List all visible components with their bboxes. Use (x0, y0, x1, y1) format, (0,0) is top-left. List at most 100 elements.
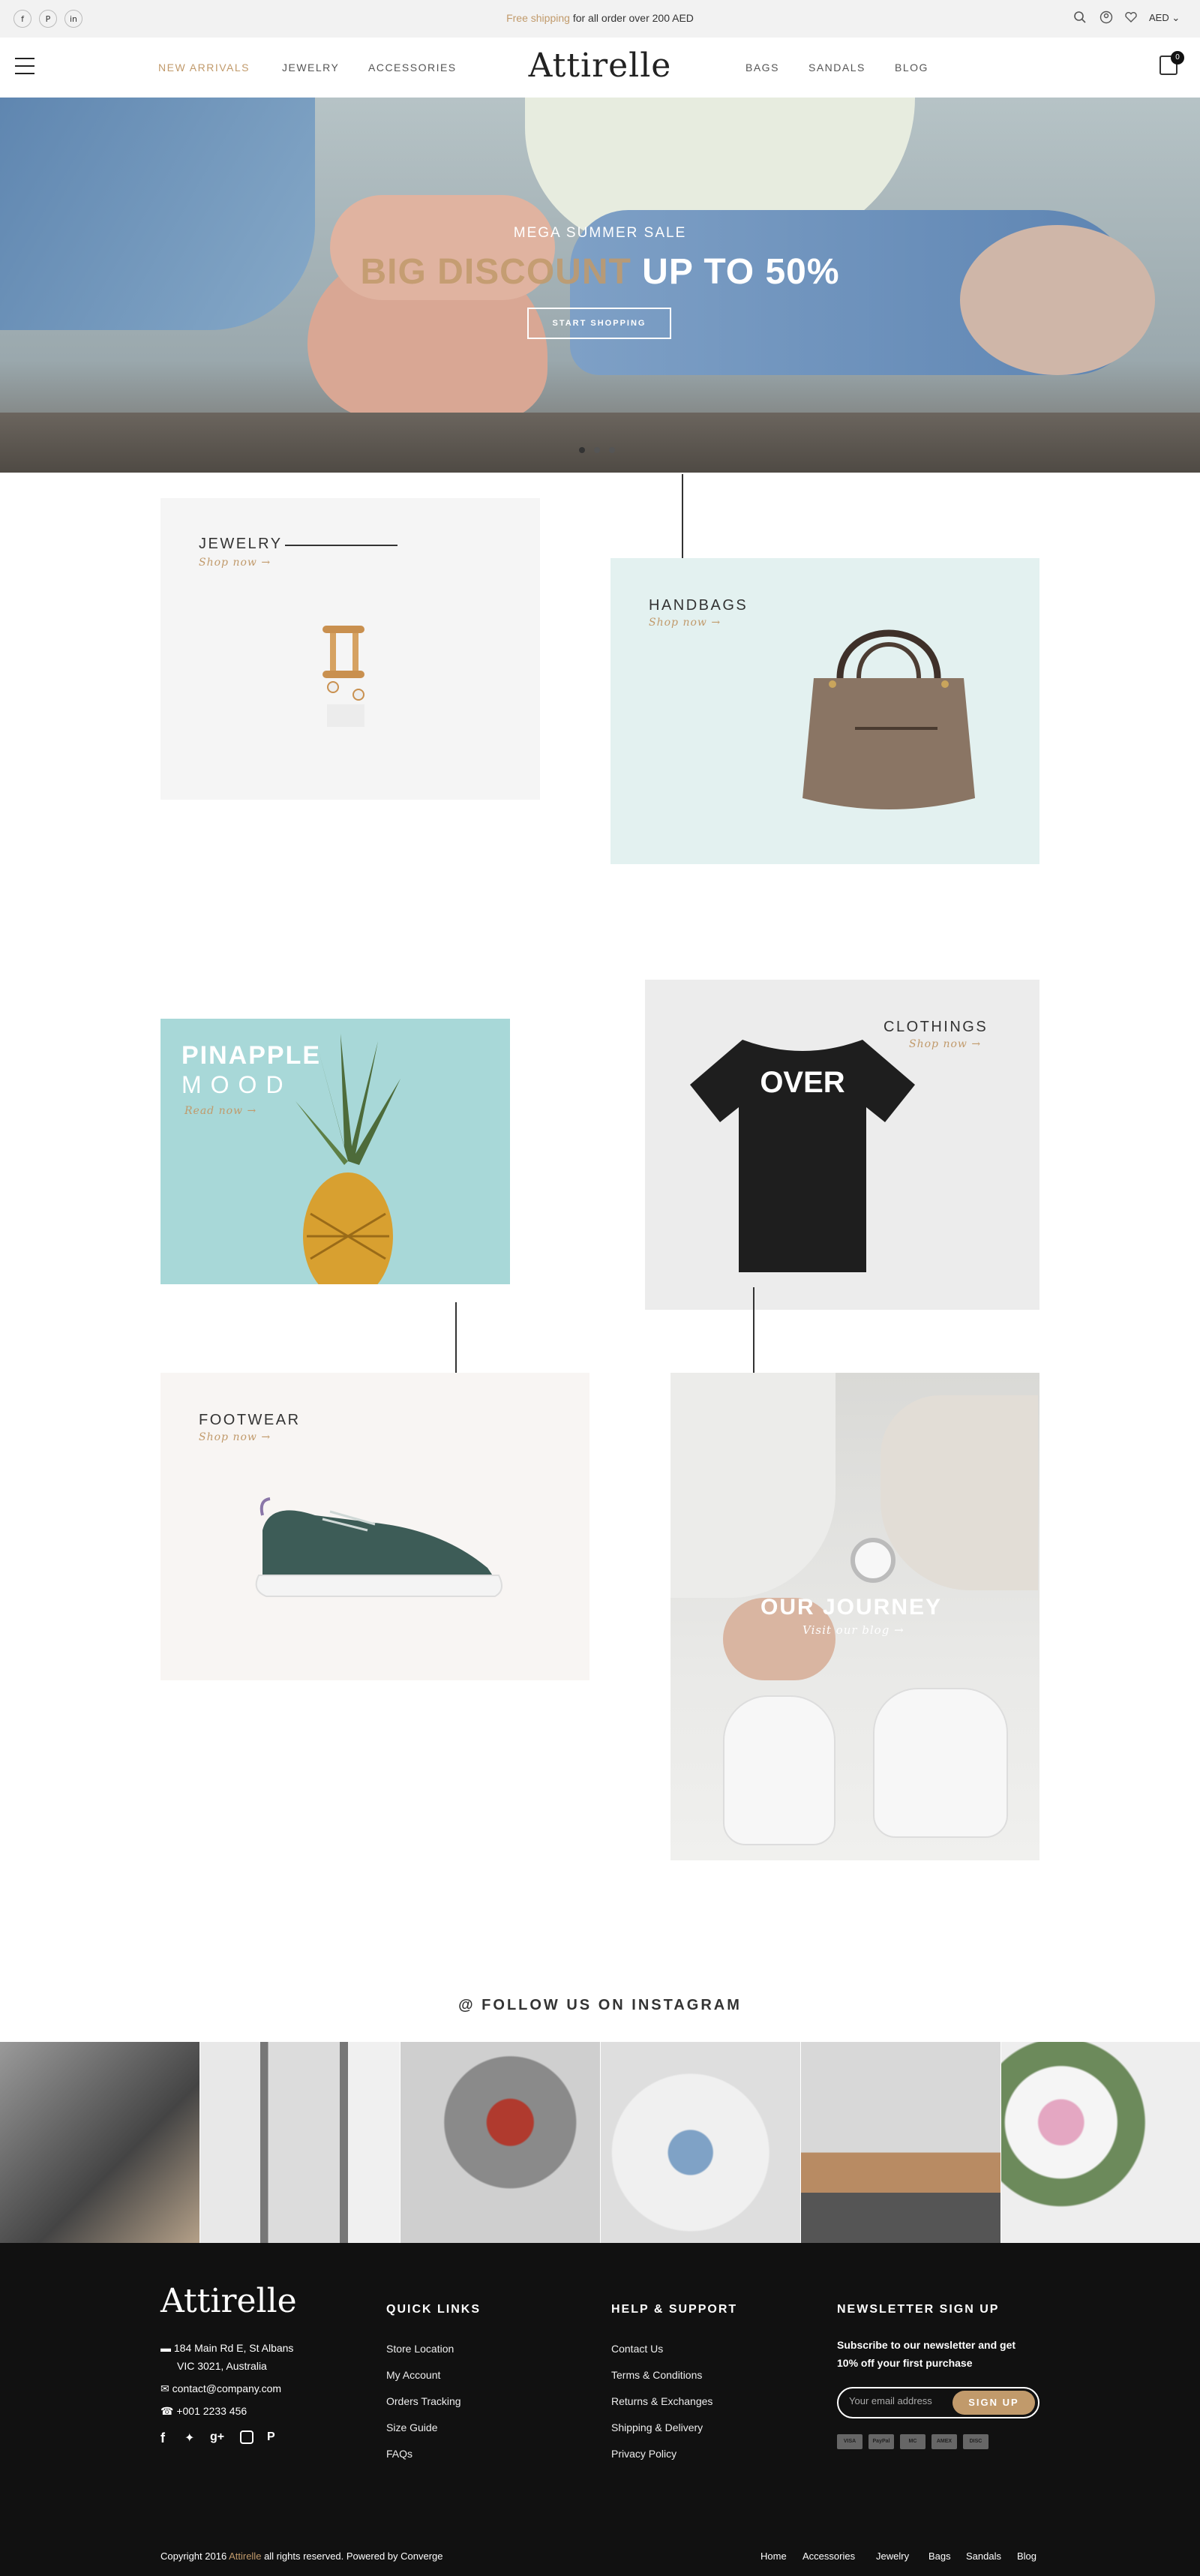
mastercard-icon: MC (900, 2434, 926, 2449)
visa-icon: VISA (837, 2434, 862, 2449)
newsletter-text-1: Subscribe to our newsletter and get (837, 2339, 1016, 2351)
footer-link-privacy[interactable]: Privacy Policy (611, 2448, 676, 2460)
promo-text: Free shipping for all order over 200 AED (0, 12, 1200, 24)
phone-line: ☎ +001 2233 456 (160, 2405, 247, 2418)
jewelry-shop-link[interactable]: Shop now → (199, 557, 271, 569)
journey-sweater-shape (880, 1395, 1038, 1590)
newsletter-placeholder: Your email address (849, 2395, 932, 2406)
map-icon: ▬ (160, 2342, 171, 2354)
footer-social-instagram-icon[interactable] (240, 2430, 254, 2444)
watch-shape (850, 1538, 896, 1583)
currency-label: AED (1149, 12, 1169, 23)
pineapple-image (296, 1034, 400, 1284)
nav-sandals[interactable]: SANDALS (808, 62, 866, 74)
heart-icon[interactable] (1124, 11, 1138, 26)
email-text: contact@company.com (172, 2382, 282, 2394)
bottom-link-blog[interactable]: Blog (1017, 2550, 1036, 2562)
footwear-card[interactable]: FOOTWEAR Shop now → (160, 1373, 590, 1680)
footer-logo[interactable]: Attirelle (160, 2282, 297, 2320)
footer-social-facebook-icon[interactable]: f (160, 2430, 165, 2446)
address-text-1: 184 Main Rd E, St Albans (173, 2342, 294, 2354)
footer-social-pinterest-icon[interactable]: P (267, 2430, 275, 2444)
footer-social-googleplus-icon[interactable]: g+ (210, 2430, 224, 2444)
hero-jeans-shape (0, 98, 315, 330)
logo[interactable]: Attirelle (525, 47, 675, 85)
jewelry-title: JEWELRY (199, 536, 283, 552)
newsletter-title: NEWSLETTER SIGN UP (837, 2303, 1000, 2316)
nav-accessories[interactable]: ACCESSORIES (368, 62, 457, 74)
pineapple-read-link[interactable]: Read now → (184, 1105, 256, 1117)
footer-link-shipping[interactable]: Shipping & Delivery (611, 2421, 703, 2433)
discover-icon: DISC (963, 2434, 988, 2449)
user-icon[interactable] (1099, 11, 1114, 26)
journey-blog-link[interactable]: Visit our blog → (802, 1623, 904, 1637)
footer-link-size-guide[interactable]: Size Guide (386, 2421, 437, 2433)
promo-rest: for all order over 200 AED (572, 12, 694, 24)
bottom-link-bags[interactable]: Bags (928, 2550, 951, 2562)
nav-blog[interactable]: BLOG (895, 62, 928, 74)
copyright-brand[interactable]: Attirelle (229, 2550, 261, 2562)
footer-link-my-account[interactable]: My Account (386, 2369, 440, 2381)
jewelry-card[interactable]: JEWELRY Shop now → (160, 498, 540, 800)
currency-selector[interactable]: AED ⌄ (1149, 12, 1180, 24)
clothings-shop-link[interactable]: Shop now → (909, 1038, 981, 1050)
bottom-link-home[interactable]: Home (760, 2550, 787, 2562)
instagram-photo[interactable] (200, 2042, 400, 2243)
bottom-link-jewelry[interactable]: Jewelry (876, 2550, 909, 2562)
slider-dot[interactable] (609, 447, 615, 453)
hero-title-accent: BIG DISCOUNT (360, 252, 632, 292)
instagram-photo[interactable] (1001, 2042, 1200, 2243)
hero-banner: MEGA SUMMER SALE BIG DISCOUNT UP TO 50% … (0, 98, 1200, 473)
pineapple-card[interactable]: PINAPPLE MOOD Read now → (160, 1019, 510, 1284)
paypal-icon: PayPal (868, 2434, 894, 2449)
journey-leg-shape (670, 1373, 836, 1598)
menu-icon[interactable] (15, 58, 34, 74)
bottom-link-accessories[interactable]: Accessories (802, 2550, 855, 2562)
decorative-line (753, 1287, 754, 1373)
phone-icon: ☎ (160, 2405, 174, 2417)
instagram-photo[interactable] (0, 2042, 200, 2243)
promo-highlight: Free shipping (506, 12, 570, 24)
sign-up-button[interactable]: SIGN UP (952, 2391, 1035, 2415)
help-title: HELP & SUPPORT (611, 2303, 738, 2316)
nav-new-arrivals[interactable]: NEW ARRIVALS (158, 62, 250, 74)
phone-text: +001 2233 456 (176, 2405, 248, 2417)
top-bar: f P in Free shipping for all order over … (0, 0, 1200, 38)
amex-icon: AMEX (932, 2434, 957, 2449)
hero-knee-shape (960, 225, 1155, 375)
handbags-card[interactable]: HANDBAGS Shop now → (610, 558, 1040, 864)
footer-link-faqs[interactable]: FAQs (386, 2448, 412, 2460)
footer-link-contact-us[interactable]: Contact Us (611, 2343, 663, 2355)
footer-social-twitter-icon[interactable]: ✦ (184, 2430, 194, 2445)
slider-dot[interactable] (594, 447, 600, 453)
bottom-link-sandals[interactable]: Sandals (966, 2550, 1001, 2562)
slider-dot[interactable] (579, 447, 585, 453)
instagram-photo[interactable] (400, 2042, 600, 2243)
footer-link-terms[interactable]: Terms & Conditions (611, 2369, 702, 2381)
footer-link-orders-tracking[interactable]: Orders Tracking (386, 2395, 461, 2407)
clothings-card[interactable]: CLOTHINGS Shop now → OVER (645, 980, 1040, 1310)
handbag-image (802, 629, 975, 809)
journey-card[interactable]: OUR JOURNEY Visit our blog → (670, 1373, 1040, 1860)
nav-bags[interactable]: BAGS (746, 62, 779, 74)
search-icon[interactable] (1072, 11, 1088, 26)
handbags-shop-link[interactable]: Shop now → (649, 617, 721, 629)
copyright-post: all rights reserved. Powered by Converge (264, 2550, 443, 2562)
tshirt-print: OVER (760, 1066, 844, 1099)
sneaker-image (255, 1497, 502, 1597)
cart-count-badge: 0 (1171, 51, 1184, 65)
start-shopping-button[interactable]: START SHOPPING (527, 308, 671, 339)
envelope-icon: ✉ (160, 2382, 170, 2394)
footer-link-store-location[interactable]: Store Location (386, 2343, 454, 2355)
chevron-down-icon: ⌄ (1172, 12, 1180, 23)
newsletter-text-2: 10% off your first purchase (837, 2357, 973, 2369)
footwear-shop-link[interactable]: Shop now → (199, 1431, 271, 1443)
footer-link-returns[interactable]: Returns & Exchanges (611, 2395, 712, 2407)
email-line[interactable]: ✉ contact@company.com (160, 2382, 281, 2395)
instagram-photo[interactable] (601, 2042, 800, 2243)
decorative-line (285, 545, 398, 546)
nav-jewelry[interactable]: JEWELRY (282, 62, 339, 74)
pineapple-title: PINAPPLE (182, 1041, 322, 1070)
quick-links-title: QUICK LINKS (386, 2303, 481, 2316)
instagram-photo[interactable] (801, 2042, 1000, 2243)
